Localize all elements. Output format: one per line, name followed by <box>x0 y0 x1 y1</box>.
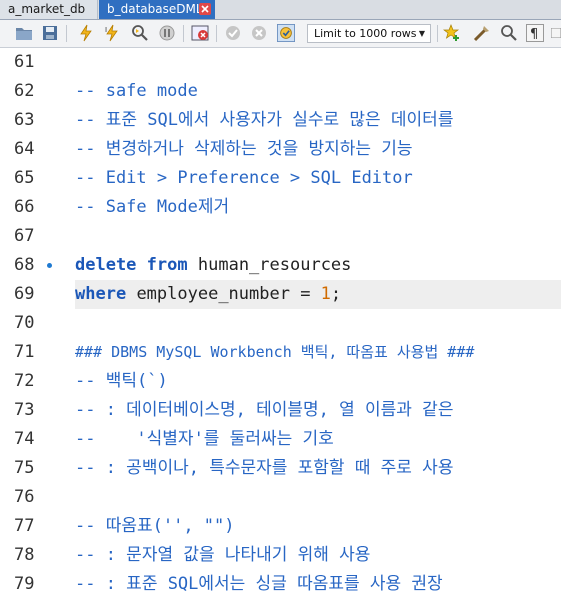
close-tab-icon[interactable] <box>199 3 211 15</box>
statement-marker-icon <box>47 263 52 268</box>
wrap-icon[interactable] <box>551 24 561 42</box>
save-icon[interactable] <box>41 24 59 42</box>
line-number: 65 <box>14 168 35 188</box>
sql-keyword: from <box>146 255 188 275</box>
explain-icon[interactable] <box>131 24 149 42</box>
execute-current-icon[interactable]: I <box>104 24 122 42</box>
statement-terminator: ; <box>330 284 342 304</box>
code-line-current: 69 where employee_number = 1; <box>0 280 561 309</box>
code-line: 68 delete from human_resources <box>0 251 561 280</box>
code-line: 64 -- 변경하거나 삭제하는 것을 방지하는 기능 <box>0 135 561 164</box>
chevron-down-icon: ▼ <box>418 29 425 38</box>
table-identifier: human_resources <box>197 255 352 275</box>
comment-text: -- '식별자'를 둘러싸는 기호 <box>75 429 334 449</box>
line-number: 76 <box>14 487 35 507</box>
code-line: 65 -- Edit > Preference > SQL Editor <box>0 164 561 193</box>
code-line: 70 <box>0 309 561 338</box>
line-number: 74 <box>14 429 35 449</box>
line-number: 71 <box>14 342 35 362</box>
code-line: 77 -- 따옴표('', "") <box>0 512 561 541</box>
comment-text: -- : 표준 SQL에서는 싱글 따옴표를 사용 권장 <box>75 574 443 594</box>
beautify-icon[interactable] <box>473 24 491 42</box>
tab-label: b_databaseDML <box>107 2 203 16</box>
line-number: 77 <box>14 516 35 536</box>
limit-rows-value: Limit to 1000 rows <box>314 27 417 40</box>
line-number: 68 <box>14 255 35 275</box>
line-number: 62 <box>14 81 35 101</box>
sql-editor-toolbar: I Limit to 1000 rows ▼ ¶ <box>0 20 561 48</box>
sql-statement: where employee_number = 1; <box>75 283 341 305</box>
find-icon[interactable] <box>500 24 518 42</box>
tab-label: a_market_db <box>8 2 86 16</box>
comment-text: -- Safe Mode제거 <box>75 197 230 217</box>
stop-icon[interactable] <box>158 24 176 42</box>
code-line: 71 ### DBMS MySQL Workbench 백틱, 따옴표 사용법 … <box>0 338 561 367</box>
toggle-error-icon[interactable] <box>191 24 209 42</box>
code-line: 67 <box>0 222 561 251</box>
line-number: 69 <box>14 284 35 304</box>
svg-text:I: I <box>105 26 107 34</box>
code-line: 79 -- : 표준 SQL에서는 싱글 따옴표를 사용 권장 <box>0 570 561 599</box>
comment-text: -- Edit > Preference > SQL Editor <box>75 168 413 188</box>
add-snippet-icon[interactable] <box>443 24 461 42</box>
sql-statement: delete from human_resources <box>75 254 351 276</box>
line-number: 79 <box>14 574 35 594</box>
open-folder-icon[interactable] <box>15 24 33 42</box>
numeric-literal: 1 <box>320 284 331 304</box>
code-line: 74 -- '식별자'를 둘러싸는 기호 <box>0 425 561 454</box>
comment-text: ### DBMS MySQL Workbench 백틱, 따옴표 사용법 ### <box>75 343 475 361</box>
tab-a-market-db[interactable]: a_market_db <box>0 0 98 19</box>
line-number: 73 <box>14 400 35 420</box>
comment-text: -- 백틱(`) <box>75 371 168 391</box>
code-line: 72 -- 백틱(`) <box>0 367 561 396</box>
sql-editor[interactable]: 61 62 -- safe mode 63 -- 표준 SQL에서 사용자가 실… <box>0 48 561 603</box>
comment-text: -- safe mode <box>75 81 198 101</box>
line-number: 64 <box>14 139 35 159</box>
svg-text:¶: ¶ <box>530 27 538 42</box>
line-number: 66 <box>14 197 35 217</box>
comment-text: -- 따옴표('', "") <box>75 516 235 536</box>
line-number: 72 <box>14 371 35 391</box>
rollback-icon[interactable] <box>250 24 268 42</box>
code-line: 73 -- : 데이터베이스명, 테이블명, 열 이름과 같은 <box>0 396 561 425</box>
code-line: 76 <box>0 483 561 512</box>
autocommit-icon[interactable] <box>277 24 295 42</box>
limit-rows-select[interactable]: Limit to 1000 rows ▼ <box>307 24 431 43</box>
line-number: 75 <box>14 458 35 478</box>
sql-keyword: delete <box>75 255 137 275</box>
line-number: 67 <box>14 226 35 246</box>
sql-keyword: where <box>75 284 127 304</box>
line-number: 61 <box>14 52 35 72</box>
code-line: 78 -- : 문자열 값을 나타내기 위해 사용 <box>0 541 561 570</box>
invisible-chars-icon[interactable]: ¶ <box>526 24 544 42</box>
code-line: 63 -- 표준 SQL에서 사용자가 실수로 많은 데이터를 <box>0 106 561 135</box>
code-line: 66 -- Safe Mode제거 <box>0 193 561 222</box>
code-line: 75 -- : 공백이나, 특수문자를 포함할 때 주로 사용 <box>0 454 561 483</box>
line-number: 63 <box>14 110 35 130</box>
execute-icon[interactable] <box>77 24 95 42</box>
code-line: 61 <box>0 48 561 77</box>
tab-bar: a_market_db b_databaseDML <box>0 0 561 20</box>
comment-text: -- : 문자열 값을 나타내기 위해 사용 <box>75 545 371 565</box>
commit-icon[interactable] <box>224 24 242 42</box>
condition-expression: employee_number = <box>136 284 321 304</box>
comment-text: -- 표준 SQL에서 사용자가 실수로 많은 데이터를 <box>75 110 454 130</box>
comment-text: -- : 공백이나, 특수문자를 포함할 때 주로 사용 <box>75 458 454 478</box>
line-number: 70 <box>14 313 35 333</box>
tab-b-databasedml[interactable]: b_databaseDML <box>99 0 215 19</box>
code-line: 62 -- safe mode <box>0 77 561 106</box>
line-number: 78 <box>14 545 35 565</box>
comment-text: -- 변경하거나 삭제하는 것을 방지하는 기능 <box>75 139 413 159</box>
comment-text: -- : 데이터베이스명, 테이블명, 열 이름과 같은 <box>75 400 454 420</box>
